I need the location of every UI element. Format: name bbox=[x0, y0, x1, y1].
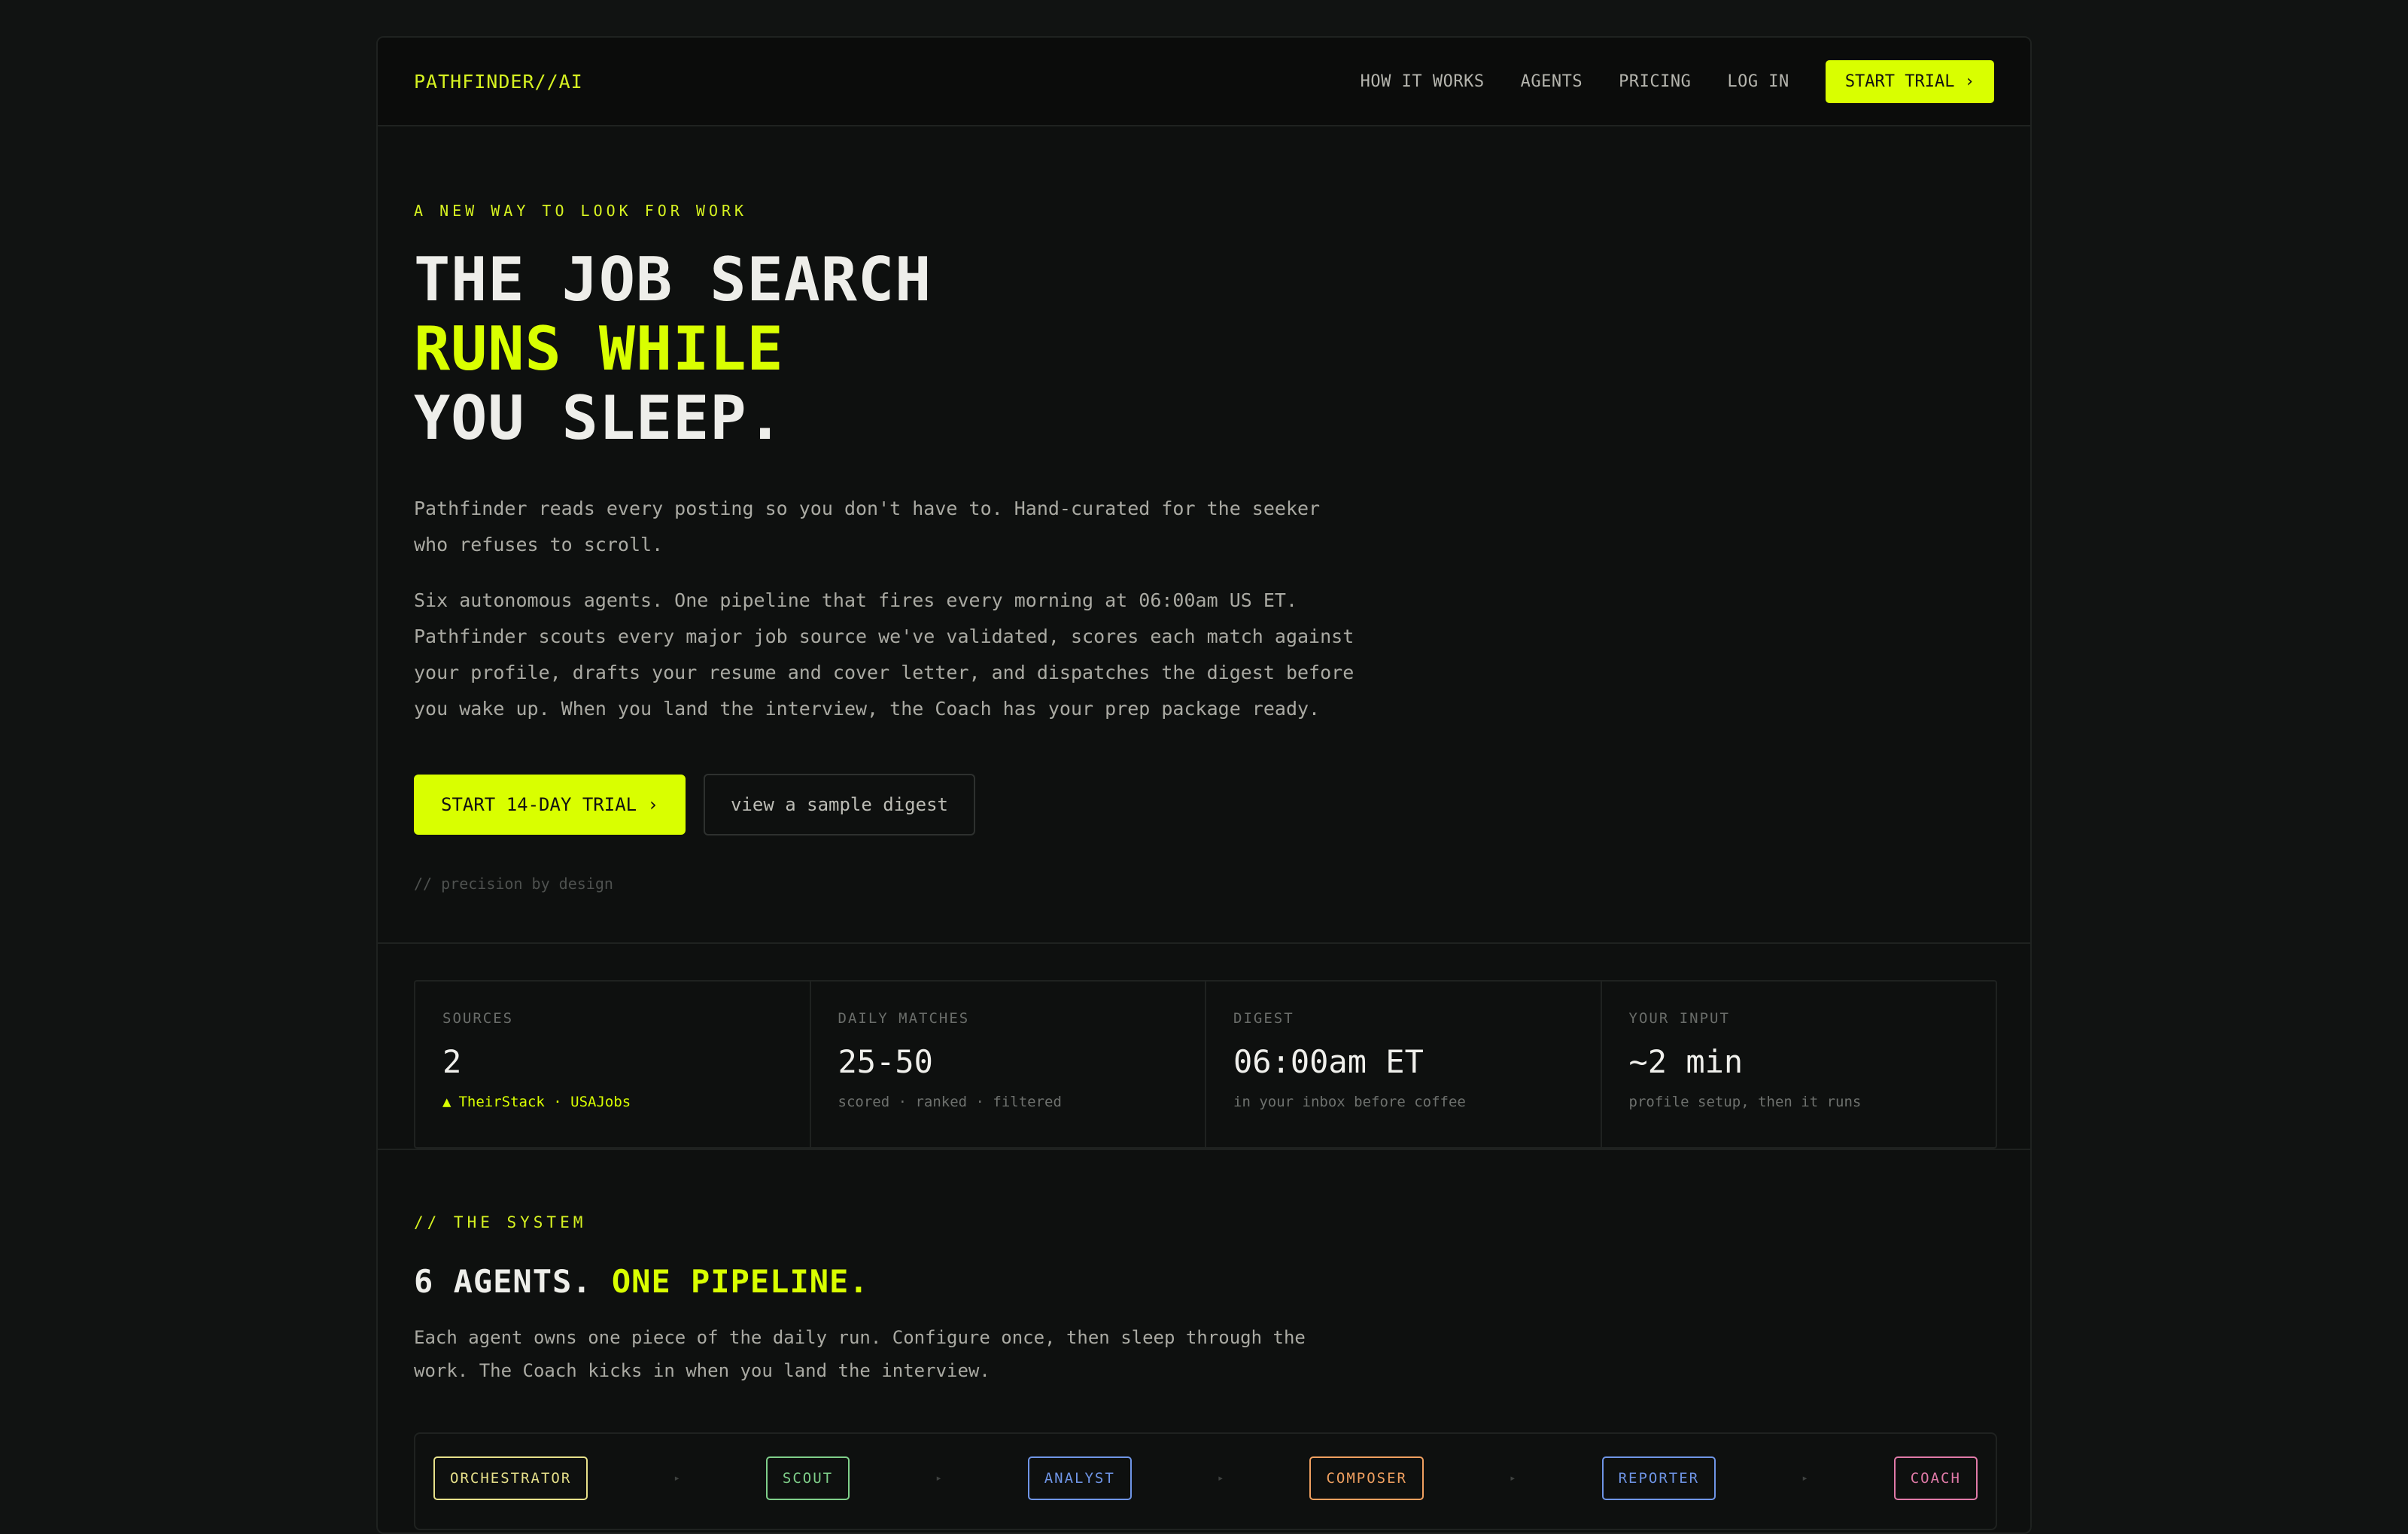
nav-link-how-it-works[interactable]: HOW IT WORKS bbox=[1361, 72, 1485, 91]
system-title-part-2: ONE PIPELINE. bbox=[611, 1263, 869, 1300]
arrow-right-icon: ▸ bbox=[1510, 1472, 1516, 1484]
stat-label: DAILY MATCHES bbox=[838, 1010, 970, 1027]
arrow-right-icon: ▸ bbox=[1801, 1472, 1808, 1484]
agent-composer[interactable]: COMPOSER bbox=[1309, 1456, 1424, 1500]
logo[interactable]: PATHFINDER//AI bbox=[414, 71, 583, 93]
system-title: 6 AGENTS. ONE PIPELINE. bbox=[414, 1263, 1997, 1300]
agent-orchestrator[interactable]: ORCHESTRATOR bbox=[433, 1456, 588, 1500]
hero-cta-row: START 14-DAY TRIAL › view a sample diges… bbox=[414, 774, 1994, 835]
stat-value: 25-50 bbox=[838, 1043, 933, 1080]
start-14-day-trial-button[interactable]: START 14-DAY TRIAL › bbox=[414, 775, 686, 835]
stat-label: YOUR INPUT bbox=[1628, 1010, 1730, 1027]
nav-link-agents[interactable]: AGENTS bbox=[1521, 72, 1583, 91]
stat-your-input: YOUR INPUT ~2 min profile setup, then it… bbox=[1602, 982, 1996, 1147]
stat-sub: ▲ TheirStack · USAJobs bbox=[442, 1094, 783, 1110]
stat-sub: in your inbox before coffee bbox=[1233, 1094, 1466, 1110]
stat-digest: DIGEST 06:00am ET in your inbox before c… bbox=[1206, 982, 1602, 1147]
hero-section: A NEW WAY TO LOOK FOR WORK THE JOB SEARC… bbox=[378, 126, 2030, 944]
section-divider bbox=[378, 1149, 2030, 1150]
system-section: // THE SYSTEM 6 AGENTS. ONE PIPELINE. Ea… bbox=[414, 1213, 1997, 1530]
page-frame: PATHFINDER//AI HOW IT WORKS AGENTS PRICI… bbox=[376, 36, 2032, 1534]
hero-intro: Pathfinder reads every posting so you do… bbox=[414, 498, 1321, 555]
nav-links: HOW IT WORKS AGENTS PRICING LOG IN START… bbox=[1324, 59, 1994, 103]
agent-scout[interactable]: SCOUT bbox=[765, 1456, 850, 1500]
nav-link-log-in[interactable]: LOG IN bbox=[1727, 72, 1789, 91]
arrow-right-icon: ▸ bbox=[1217, 1472, 1224, 1484]
stats-strip: SOURCES 2 ▲ TheirStack · USAJobs DAILY MA… bbox=[414, 980, 1997, 1149]
hero-eyebrow: A NEW WAY TO LOOK FOR WORK bbox=[414, 202, 748, 220]
hero-headline: THE JOB SEARCH RUNS WHILE YOU SLEEP. bbox=[414, 245, 1994, 453]
headline-line-3: YOU SLEEP. bbox=[414, 383, 784, 453]
stat-sub-text: TheirStack · USAJobs bbox=[458, 1094, 631, 1110]
stat-value: ~2 min bbox=[1628, 1043, 1744, 1080]
headline-line-1: THE JOB SEARCH bbox=[414, 245, 932, 315]
arrow-right-icon: ▸ bbox=[935, 1472, 942, 1484]
agent-analyst[interactable]: ANALYST bbox=[1027, 1456, 1132, 1500]
view-sample-digest-button[interactable]: view a sample digest bbox=[703, 774, 975, 835]
start-trial-button[interactable]: START TRIAL › bbox=[1825, 59, 1994, 103]
top-nav: PATHFINDER//AI HOW IT WORKS AGENTS PRICI… bbox=[378, 38, 2030, 126]
stat-label: SOURCES bbox=[442, 1010, 514, 1027]
stat-sub: scored · ranked · filtered bbox=[838, 1094, 1062, 1110]
agent-coach[interactable]: COACH bbox=[1893, 1456, 1978, 1500]
stat-label: DIGEST bbox=[1233, 1010, 1294, 1027]
stat-sub: profile setup, then it runs bbox=[1628, 1094, 1862, 1110]
agent-reporter[interactable]: REPORTER bbox=[1601, 1456, 1716, 1500]
system-title-part-1: 6 AGENTS. bbox=[414, 1263, 592, 1300]
stat-sources: SOURCES 2 ▲ TheirStack · USAJobs bbox=[415, 982, 811, 1147]
system-eyebrow: // THE SYSTEM bbox=[414, 1213, 587, 1231]
stat-daily-matches: DAILY MATCHES 25-50 scored · ranked · fi… bbox=[811, 982, 1206, 1147]
nav-link-pricing[interactable]: PRICING bbox=[1619, 72, 1691, 91]
arrow-right-icon: ▸ bbox=[673, 1472, 680, 1484]
agent-pipeline: ORCHESTRATOR ▸ SCOUT ▸ ANALYST ▸ COMPOSE… bbox=[414, 1432, 1997, 1530]
stat-value: 2 bbox=[442, 1043, 462, 1080]
precision-comment: // precision by design bbox=[414, 875, 613, 893]
stat-value: 06:00am ET bbox=[1233, 1043, 1424, 1080]
system-description: Each agent owns one piece of the daily r… bbox=[414, 1327, 1306, 1381]
triangle-up-icon: ▲ bbox=[442, 1094, 451, 1110]
headline-line-2: RUNS WHILE bbox=[414, 314, 784, 384]
hero-description: Six autonomous agents. One pipeline that… bbox=[414, 589, 1354, 720]
